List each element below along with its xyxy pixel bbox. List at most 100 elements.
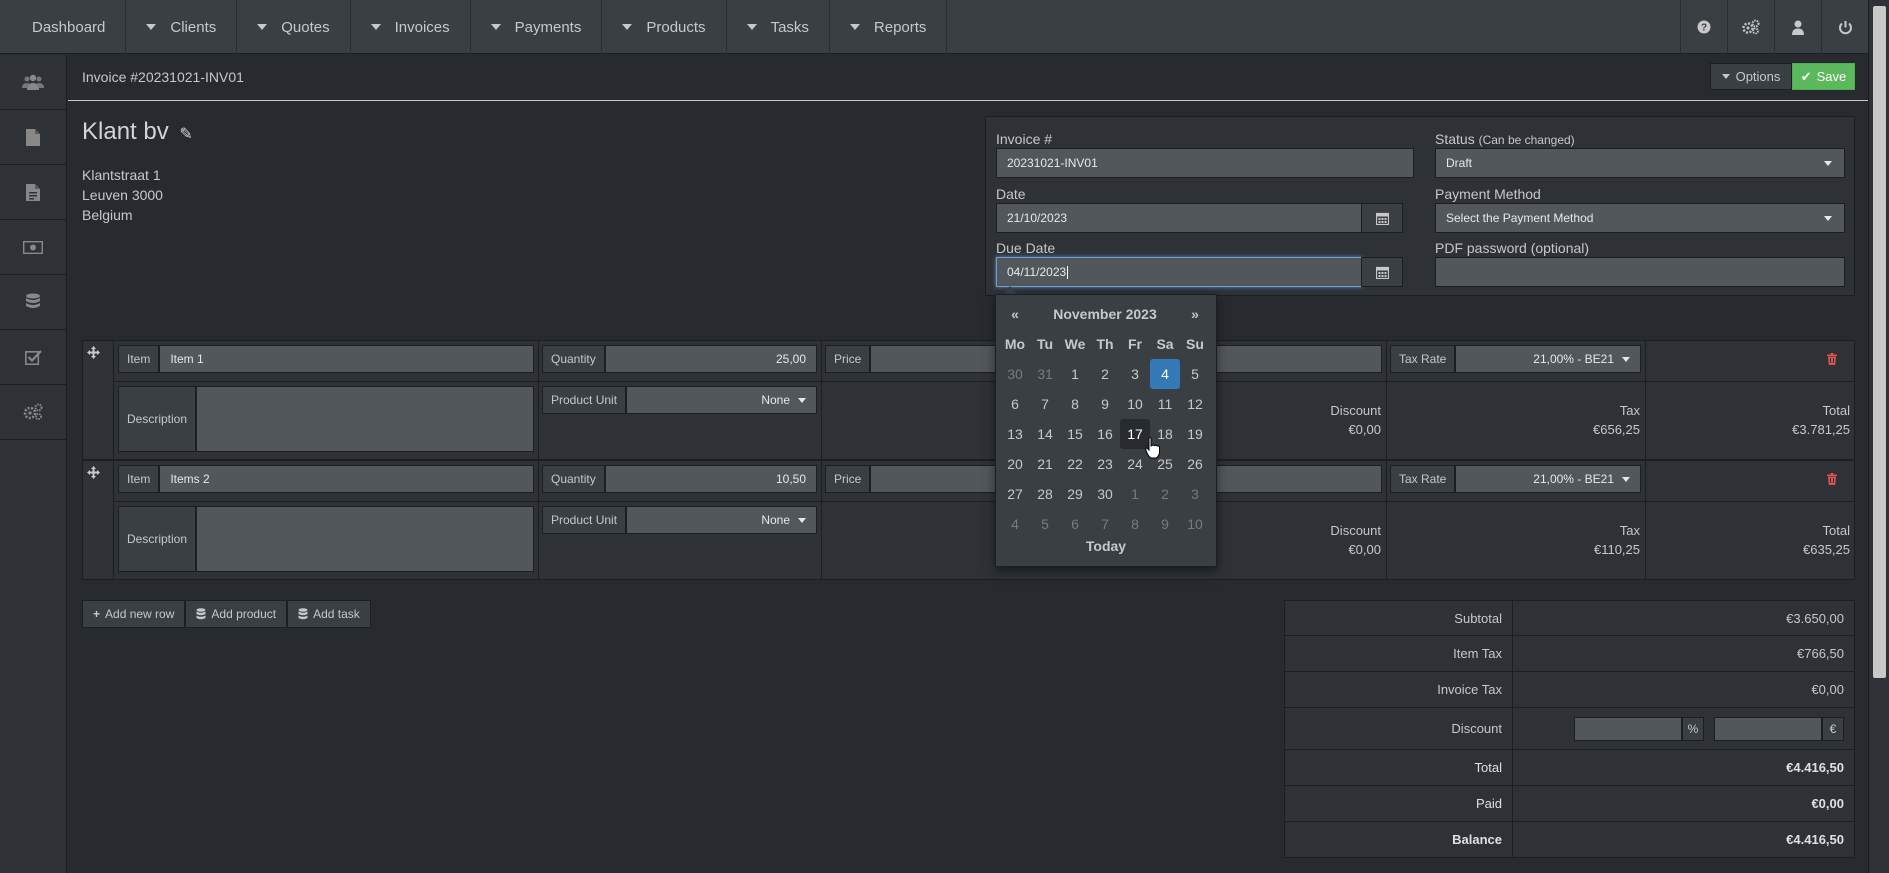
discount-percent-input[interactable] <box>1574 716 1682 741</box>
nav-products[interactable]: Products <box>602 0 727 54</box>
options-button[interactable]: Options <box>1710 63 1792 90</box>
discount-amount-input[interactable] <box>1714 716 1822 741</box>
day-cell[interactable]: 31 <box>1030 359 1060 389</box>
day-cell[interactable]: 11 <box>1150 389 1180 419</box>
move-icon[interactable] <box>87 346 100 362</box>
day-cell[interactable]: 28 <box>1030 479 1060 509</box>
day-cell[interactable]: 2 <box>1150 479 1180 509</box>
product-unit-select[interactable]: None <box>626 386 817 414</box>
nav-reports[interactable]: Reports <box>830 0 948 54</box>
sidebar-item-products[interactable] <box>0 275 66 330</box>
invoice-number-input[interactable]: 20231021-INV01 <box>996 148 1414 178</box>
day-cell[interactable]: 26 <box>1180 449 1210 479</box>
description-textarea[interactable] <box>196 506 534 572</box>
quantity-input[interactable]: 10,50 <box>604 465 817 493</box>
day-cell[interactable]: 1 <box>1060 359 1090 389</box>
description-textarea[interactable] <box>196 386 534 452</box>
date-calendar-button[interactable] <box>1361 203 1403 233</box>
day-cell[interactable]: 21 <box>1030 449 1060 479</box>
sidebar-item-quotes[interactable] <box>0 110 66 165</box>
add-new-row-button[interactable]: + Add new row <box>82 600 186 628</box>
day-cell[interactable]: 30 <box>1090 479 1120 509</box>
weekday-label: Su <box>1186 336 1204 352</box>
day-cell[interactable]: 1 <box>1120 479 1150 509</box>
caret-down-icon <box>146 24 157 30</box>
date-input[interactable]: 21/10/2023 <box>996 203 1372 233</box>
item-name-group: Item Items 2 <box>118 465 534 493</box>
item-name-input[interactable]: Item 1 <box>159 345 534 373</box>
day-cell[interactable]: 15 <box>1060 419 1090 449</box>
add-product-button[interactable]: Add product <box>185 600 288 628</box>
day-cell[interactable]: 16 <box>1090 419 1120 449</box>
day-cell[interactable]: 12 <box>1180 389 1210 419</box>
sidebar-item-payments[interactable] <box>0 220 66 275</box>
due-date-input[interactable]: 04/11/2023 <box>996 257 1362 287</box>
tax-rate-select[interactable]: 21,00% - BE21 <box>1455 465 1641 493</box>
product-unit-select[interactable]: None <box>626 506 817 534</box>
add-task-button[interactable]: Add task <box>287 600 371 628</box>
datepicker-next[interactable]: » <box>1180 299 1210 329</box>
nav-quotes[interactable]: Quotes <box>237 0 351 54</box>
invoice-tax-value: €0,00 <box>1811 682 1844 697</box>
sidebar-item-settings[interactable] <box>0 385 66 440</box>
tax-rate-select[interactable]: 21,00% - BE21 <box>1455 345 1641 373</box>
day-cell[interactable]: 8 <box>1060 389 1090 419</box>
edit-icon[interactable]: ✎ <box>179 126 192 143</box>
day-cell[interactable]: 6 <box>1000 389 1030 419</box>
day-cell[interactable]: 27 <box>1000 479 1030 509</box>
day-cell[interactable]: 7 <box>1090 509 1120 539</box>
day-cell[interactable]: 10 <box>1180 509 1210 539</box>
nav-dashboard[interactable]: Dashboard <box>0 0 127 54</box>
payment-method-select[interactable]: Select the Payment Method <box>1435 203 1845 233</box>
day-cell[interactable]: 29 <box>1060 479 1090 509</box>
nav-payments[interactable]: Payments <box>471 0 603 54</box>
sidebar-item-invoices[interactable] <box>0 165 66 220</box>
trash-icon[interactable] <box>1827 473 1837 488</box>
day-cell[interactable]: 2 <box>1090 359 1120 389</box>
day-cell[interactable]: 3 <box>1120 359 1150 389</box>
quantity-input[interactable]: 25,00 <box>604 345 817 373</box>
day-cell[interactable]: 23 <box>1090 449 1120 479</box>
day-cell[interactable]: 4 <box>1000 509 1030 539</box>
item-name-input[interactable]: Items 2 <box>159 465 534 493</box>
pdf-password-input[interactable] <box>1435 257 1845 287</box>
sidebar-item-clients[interactable] <box>0 55 66 110</box>
day-cell[interactable]: 30 <box>1000 359 1030 389</box>
tasks-icon <box>24 350 42 365</box>
datepicker-prev[interactable]: « <box>1000 299 1030 329</box>
day-cell[interactable]: 10 <box>1120 389 1150 419</box>
datepicker-today-button[interactable]: Today <box>1000 538 1212 554</box>
day-cell[interactable]: 9 <box>1090 389 1120 419</box>
day-cell[interactable]: 7 <box>1030 389 1060 419</box>
save-button[interactable]: ✔ Save <box>1792 63 1855 90</box>
day-cell[interactable]: 20 <box>1000 449 1030 479</box>
nav-tasks[interactable]: Tasks <box>727 0 830 54</box>
day-cell[interactable]: 5 <box>1030 509 1060 539</box>
day-cell[interactable]: 3 <box>1180 479 1210 509</box>
due-date-calendar-button[interactable] <box>1361 257 1403 287</box>
user-icon[interactable] <box>1774 0 1821 54</box>
datepicker-month[interactable]: November 2023 <box>1030 299 1180 329</box>
help-icon[interactable]: ? <box>1680 0 1727 54</box>
sidebar-item-tasks[interactable] <box>0 330 66 385</box>
quantity-label: Quantity <box>542 465 605 493</box>
day-cell[interactable]: 19 <box>1180 419 1210 449</box>
day-cell[interactable]: 13 <box>1000 419 1030 449</box>
day-cell[interactable]: 22 <box>1060 449 1090 479</box>
day-cell[interactable]: 8 <box>1120 509 1150 539</box>
settings-icon[interactable] <box>1727 0 1774 54</box>
page-scrollbar[interactable] <box>1868 0 1889 873</box>
day-cell-selected[interactable]: 4 <box>1150 359 1180 389</box>
status-select[interactable]: Draft <box>1435 148 1845 178</box>
invoice-number-label: Invoice # <box>996 131 1053 147</box>
nav-clients[interactable]: Clients <box>126 0 238 54</box>
nav-invoices[interactable]: Invoices <box>351 0 471 54</box>
move-icon[interactable] <box>87 466 100 482</box>
day-cell[interactable]: 6 <box>1060 509 1090 539</box>
day-cell[interactable]: 9 <box>1150 509 1180 539</box>
day-cell[interactable]: 5 <box>1180 359 1210 389</box>
scrollbar-thumb[interactable] <box>1873 6 1886 678</box>
power-icon[interactable] <box>1821 0 1868 54</box>
day-cell[interactable]: 14 <box>1030 419 1060 449</box>
trash-icon[interactable] <box>1827 353 1837 368</box>
